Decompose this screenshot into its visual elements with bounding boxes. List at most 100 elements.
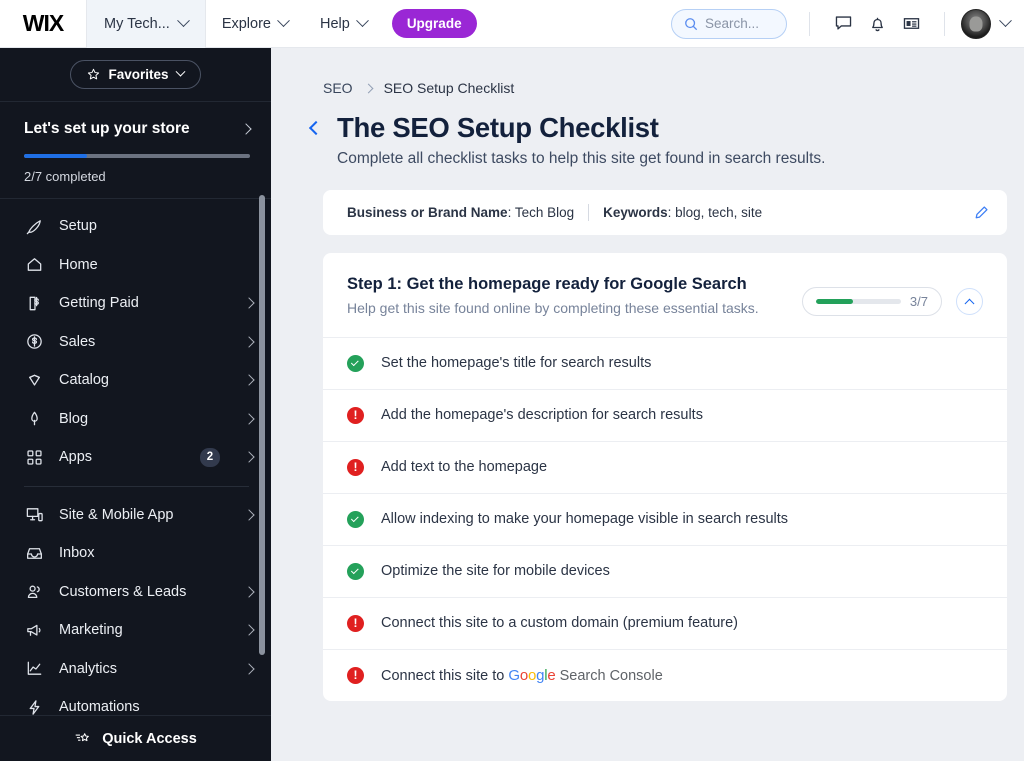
setup-progress-fill xyxy=(24,154,88,158)
task-row[interactable]: ! Add text to the homepage xyxy=(323,440,1007,493)
favorites-label: Favorites xyxy=(108,67,169,82)
bell-icon[interactable] xyxy=(860,7,894,41)
sidebar-item-analytics[interactable]: Analytics xyxy=(0,650,271,689)
task-row[interactable]: Allow indexing to make your homepage vis… xyxy=(323,492,1007,545)
sidebar-item-inbox[interactable]: Inbox xyxy=(0,534,271,573)
breadcrumb-item-seo[interactable]: SEO xyxy=(323,80,353,96)
sidebar-item-label: Blog xyxy=(59,410,89,427)
task-row[interactable]: ! Add the homepage's description for sea… xyxy=(323,388,1007,441)
sidebar-item-home[interactable]: Home xyxy=(0,246,271,285)
setup-progress-block[interactable]: Let's set up your store 2/7 completed xyxy=(0,102,271,199)
edit-pencil-icon[interactable] xyxy=(973,204,990,221)
sidebar-item-site-mobile-app[interactable]: Site & Mobile App xyxy=(0,496,271,535)
task-label: Optimize the site for mobile devices xyxy=(381,563,610,580)
sidebar-item-label: Home xyxy=(59,256,98,273)
upgrade-button[interactable]: Upgrade xyxy=(391,9,477,38)
chevron-right-icon xyxy=(243,663,255,675)
task-row[interactable]: ! Connect this site to Google Search Con… xyxy=(323,648,1007,701)
sidebar-item-catalog[interactable]: Catalog xyxy=(0,361,271,400)
top-bar-right: Search... xyxy=(671,7,1024,41)
status-incomplete-icon: ! xyxy=(347,614,364,632)
keywords-value: : blog, tech, site xyxy=(667,205,763,220)
google-logo: Google xyxy=(508,666,556,684)
back-button[interactable] xyxy=(308,120,324,136)
sidebar-item-label: Customers & Leads xyxy=(59,583,187,600)
sidebar-item-label: Site & Mobile App xyxy=(59,506,174,523)
sidebar: Favorites Let's set up your store 2/7 co… xyxy=(0,48,271,761)
sidebar-item-blog[interactable]: Blog xyxy=(0,400,271,439)
site-selector-tab[interactable]: My Tech... xyxy=(86,0,206,48)
sidebar-item-getting-paid[interactable]: Getting Paid xyxy=(0,284,271,323)
status-complete-icon xyxy=(347,354,364,372)
divider xyxy=(809,11,810,36)
news-card-icon[interactable] xyxy=(894,7,928,41)
step-progress-count: 3/7 xyxy=(909,293,928,309)
monitor-mobile-icon xyxy=(24,505,44,525)
business-info-card: Business or Brand Name: Tech Blog Keywor… xyxy=(323,190,1007,235)
keywords-label: Keywords xyxy=(603,205,668,220)
chevron-down-icon xyxy=(176,14,190,28)
sidebar-item-marketing[interactable]: Marketing xyxy=(0,611,271,650)
favorites-row: Favorites xyxy=(0,48,271,102)
chevron-right-icon xyxy=(243,509,255,521)
page-subtitle: Complete all checklist tasks to help thi… xyxy=(337,150,826,167)
step-progress-pill: 3/7 xyxy=(802,286,942,316)
avatar[interactable] xyxy=(961,8,991,39)
sidebar-item-label: Inbox xyxy=(59,545,95,562)
setup-title-row[interactable]: Let's set up your store xyxy=(24,120,252,138)
sidebar-item-label: Apps xyxy=(59,449,93,466)
step-progress-fill xyxy=(816,298,853,304)
quick-access-star-icon xyxy=(75,733,90,742)
quick-access-button[interactable]: Quick Access xyxy=(0,715,271,761)
step-title: Step 1: Get the homepage ready for Googl… xyxy=(347,275,747,293)
wix-logo[interactable]: WIX xyxy=(0,0,86,48)
breadcrumb-item-current: SEO Setup Checklist xyxy=(383,80,515,96)
line-chart-icon xyxy=(24,659,44,679)
sidebar-scrollbar[interactable] xyxy=(259,195,265,655)
task-label: Add text to the homepage xyxy=(381,459,548,476)
divider xyxy=(944,11,945,36)
task-row[interactable]: Optimize the site for mobile devices xyxy=(323,544,1007,597)
chevron-right-icon xyxy=(243,624,255,636)
sidebar-item-label: Getting Paid xyxy=(59,295,139,312)
sidebar-item-label: Marketing xyxy=(59,622,123,639)
star-icon xyxy=(88,68,100,80)
sidebar-item-sales[interactable]: Sales xyxy=(0,323,271,362)
sidebar-item-customers-leads[interactable]: Customers & Leads xyxy=(0,573,271,612)
task-row[interactable]: ! Connect this site to a custom domain (… xyxy=(323,596,1007,649)
task-label: Allow indexing to make your homepage vis… xyxy=(381,511,789,528)
apps-grid-icon xyxy=(24,447,44,467)
chevron-down-icon xyxy=(175,66,185,77)
brand-name-label: Business or Brand Name xyxy=(347,205,508,220)
task-row[interactable]: Set the homepage's title for search resu… xyxy=(323,336,1007,389)
chevron-right-icon xyxy=(243,336,255,348)
sidebar-item-label: Analytics xyxy=(59,660,118,677)
task-label: Add the homepage's description for searc… xyxy=(381,407,703,424)
sidebar-item-label: Sales xyxy=(59,333,96,350)
site-selector-label: My Tech... xyxy=(104,15,170,32)
invoice-dollar-icon xyxy=(24,293,44,313)
chat-icon[interactable] xyxy=(826,7,860,41)
task-label: Set the homepage's title for search resu… xyxy=(381,355,652,372)
setup-progress-label: 2/7 completed xyxy=(24,169,106,184)
rocket-icon xyxy=(24,216,44,236)
status-complete-icon xyxy=(347,510,364,528)
favorites-button[interactable]: Favorites xyxy=(70,60,201,89)
nav-explore[interactable]: Explore xyxy=(206,0,304,48)
breadcrumb: SEO SEO Setup Checklist xyxy=(271,48,1024,96)
megaphone-icon xyxy=(24,620,44,640)
chevron-up-icon xyxy=(964,298,975,309)
page-header: The SEO Setup Checklist Complete all che… xyxy=(271,96,1024,168)
sidebar-item-apps[interactable]: Apps 2 xyxy=(0,438,271,477)
sidebar-item-setup[interactable]: Setup xyxy=(0,207,271,246)
step-card: Step 1: Get the homepage ready for Googl… xyxy=(323,253,1007,701)
divider xyxy=(24,485,249,487)
sidebar-item-label: Catalog xyxy=(59,372,109,389)
chevron-down-icon xyxy=(355,14,369,28)
brand-name-value: : Tech Blog xyxy=(507,205,575,220)
step-collapse-button[interactable] xyxy=(956,287,983,315)
search-input[interactable]: Search... xyxy=(671,8,787,39)
quick-access-label: Quick Access xyxy=(102,730,197,747)
nav-help[interactable]: Help xyxy=(304,0,383,48)
chevron-down-icon[interactable] xyxy=(999,14,1012,28)
